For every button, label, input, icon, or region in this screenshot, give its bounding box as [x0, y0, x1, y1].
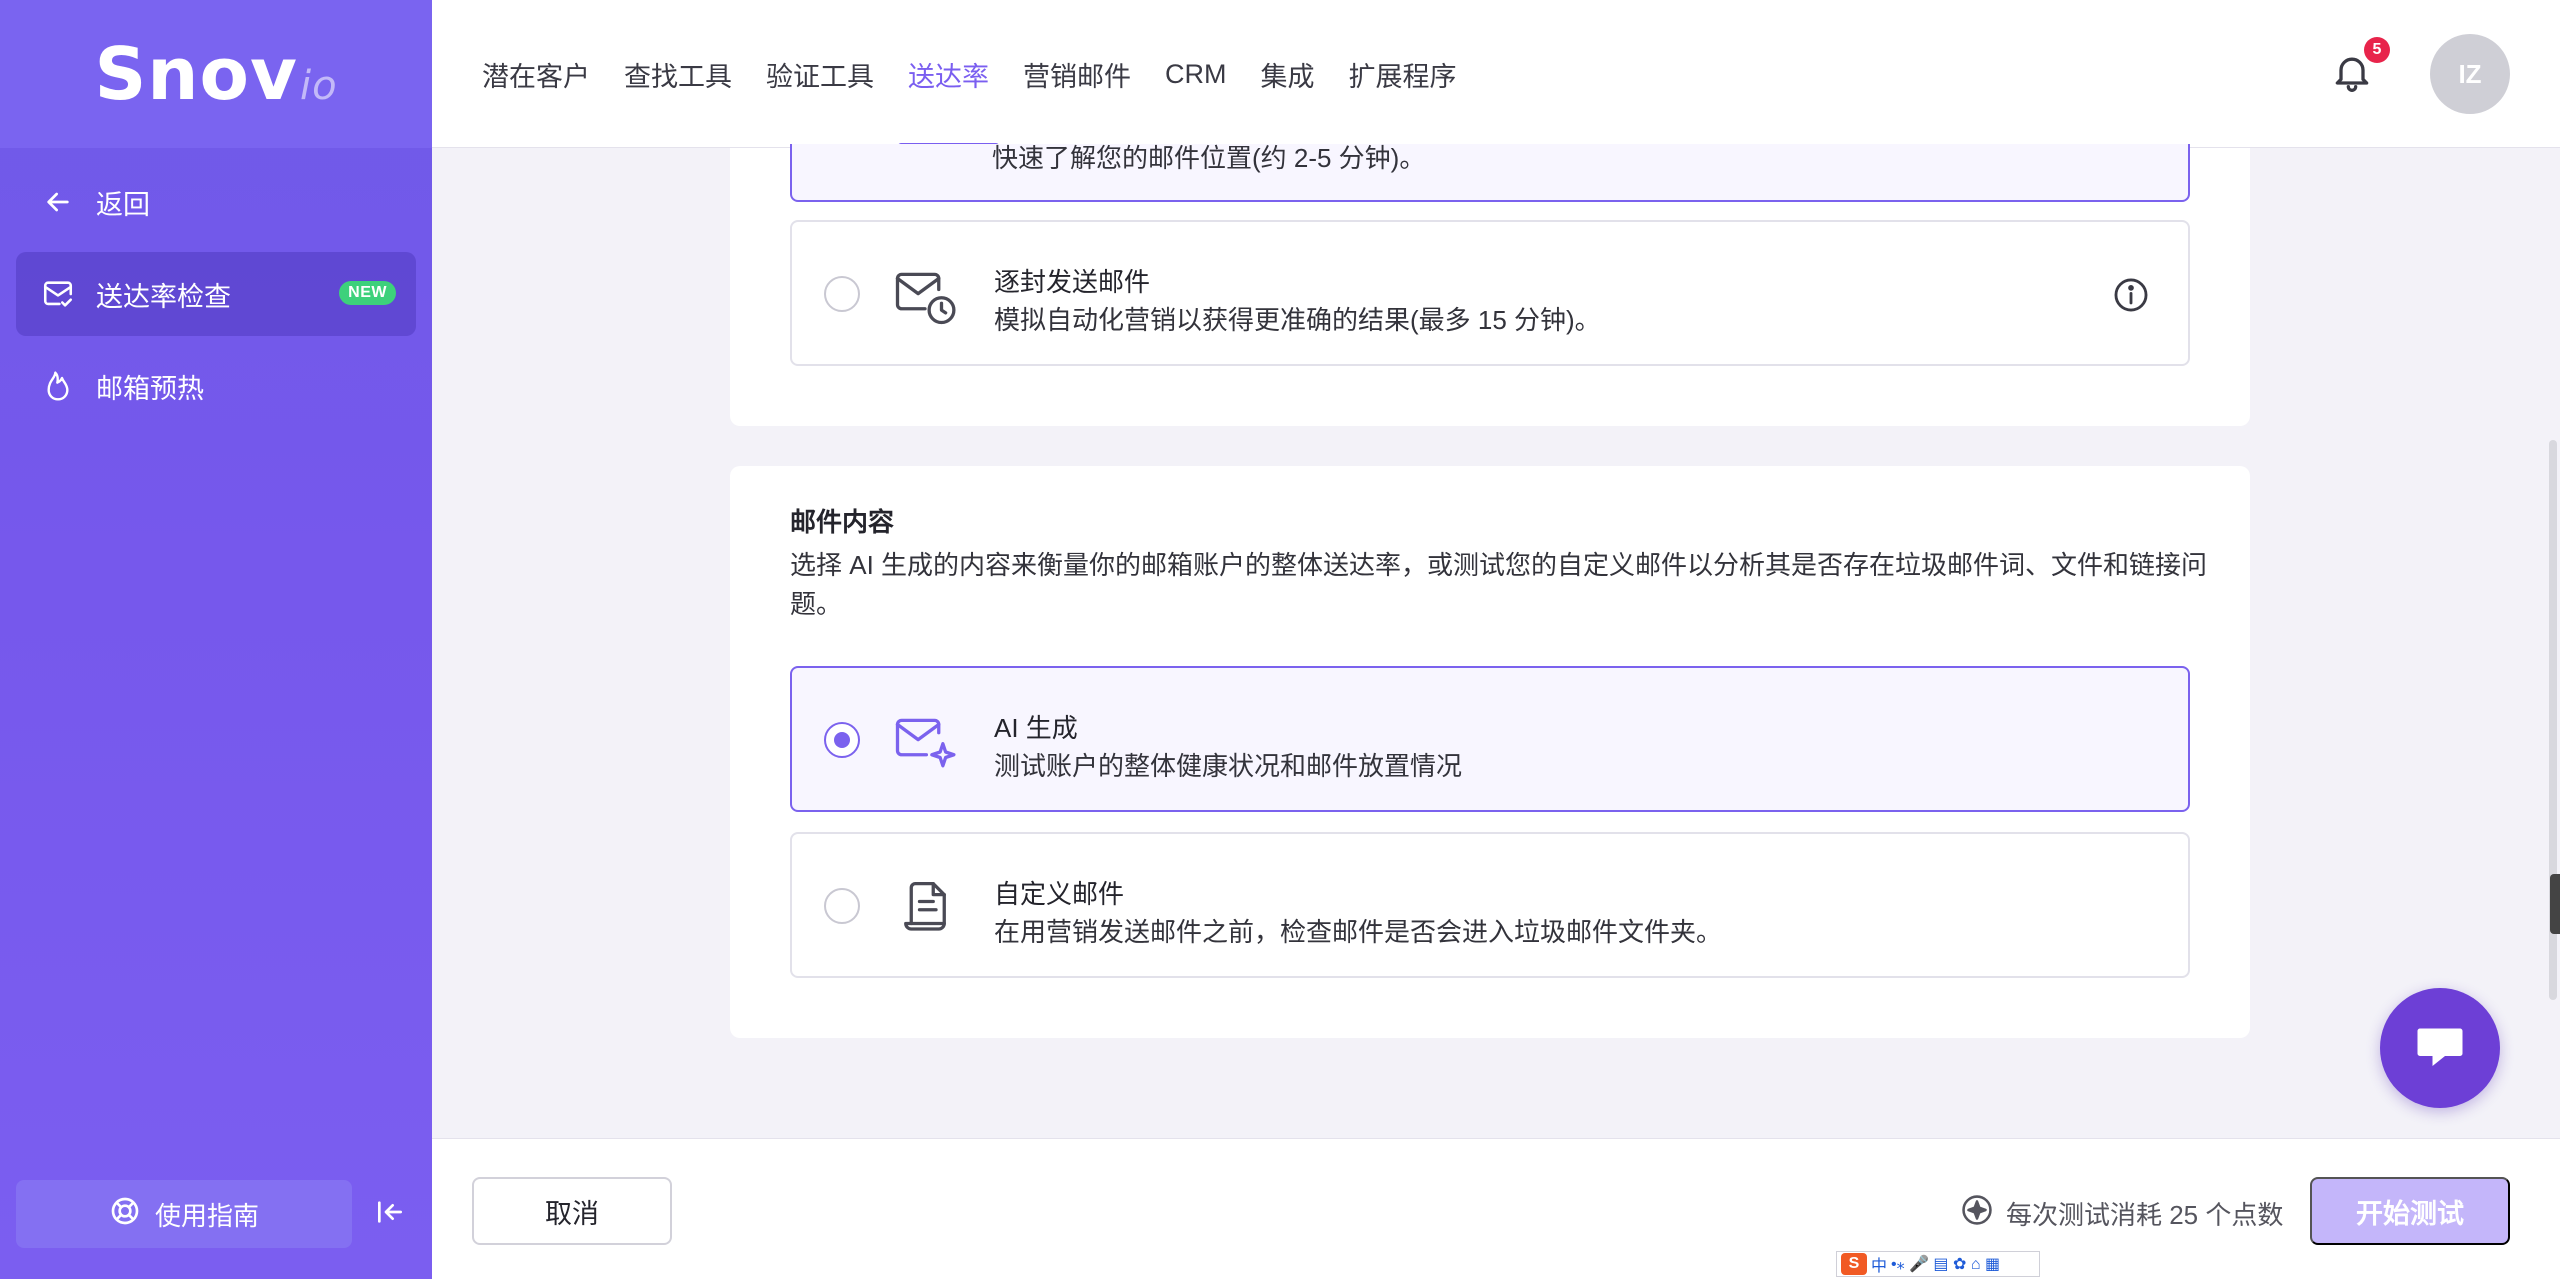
arrow-left-icon: [40, 184, 76, 220]
start-test-button[interactable]: 开始测试: [2310, 1177, 2510, 1245]
logo-bar: Snovio: [0, 0, 432, 148]
option-desc: 快速了解您的邮件位置(约 2-5 分钟)。: [992, 144, 1426, 173]
mail-sparkle-icon: [892, 708, 958, 774]
nav-crm[interactable]: CRM: [1165, 0, 1227, 148]
snovio-logo[interactable]: Snovio: [94, 32, 337, 116]
section-description: 选择 AI 生成的内容来衡量你的邮箱账户的整体送达率，或测试您的自定义邮件以分析…: [790, 550, 2208, 619]
ime-logo: S: [1841, 1253, 1867, 1275]
option-title: AI 生成: [994, 713, 1078, 743]
chat-icon: [2410, 1016, 2470, 1081]
nav-leads[interactable]: 潜在客户: [482, 0, 590, 148]
bell-icon: [2330, 57, 2374, 98]
credit-cost-label: 每次测试消耗 25 个点数: [2006, 1200, 2284, 1230]
guide-label: 使用指南: [154, 1200, 259, 1231]
lifebuoy-icon: [109, 1195, 141, 1234]
sending-option-quick[interactable]: 快速了解您的邮件位置(约 2-5 分钟)。: [790, 144, 2190, 202]
nav-verifiers[interactable]: 验证工具: [766, 0, 874, 148]
sending-method-card: 快速了解您的邮件位置(约 2-5 分钟)。 逐封发送邮件 模拟自动化营销以获得更…: [730, 144, 2250, 426]
sidebar-item-warmup[interactable]: 邮箱预热: [16, 344, 416, 428]
option-title: 自定义邮件: [994, 879, 1125, 909]
document-scroll-icon: [892, 874, 958, 940]
sidebar-item-deliverability-check[interactable]: 送达率检查 NEW: [16, 252, 416, 336]
option-desc: 模拟自动化营销以获得更准确的结果(最多 15 分钟)。: [994, 305, 1601, 335]
nav-campaigns[interactable]: 营销邮件: [1023, 0, 1131, 148]
main-nav: 潜在客户 查找工具 验证工具 送达率 营销邮件 CRM 集成 扩展程序: [482, 0, 1457, 148]
edge-panel-handle[interactable]: [2550, 874, 2560, 934]
sidebar-item-label: 邮箱预热: [96, 373, 204, 404]
radio-custom-email[interactable]: [824, 888, 860, 924]
collapse-sidebar-button[interactable]: [370, 1194, 410, 1234]
email-content-card: 邮件内容 选择 AI 生成的内容来衡量你的邮箱账户的整体送达率，或测试您的自定义…: [730, 466, 2250, 1038]
section-title: 邮件内容: [790, 507, 895, 537]
chat-support-button[interactable]: [2380, 988, 2500, 1108]
option-desc: 在用营销发送邮件之前，检查邮件是否会进入垃圾邮件文件夹。: [994, 917, 1723, 947]
logo-suffix: io: [299, 63, 338, 109]
sending-option-one-by-one[interactable]: 逐封发送邮件 模拟自动化营销以获得更准确的结果(最多 15 分钟)。: [790, 220, 2190, 366]
top-navbar: 潜在客户 查找工具 验证工具 送达率 营销邮件 CRM 集成 扩展程序 5 IZ: [432, 0, 2560, 148]
option-desc: 测试账户的整体健康状况和邮件放置情况: [994, 751, 1463, 781]
cancel-button[interactable]: 取消: [472, 1177, 672, 1245]
nav-extensions[interactable]: 扩展程序: [1349, 0, 1457, 148]
radio-one-by-one[interactable]: [824, 276, 860, 312]
collapse-left-icon: [374, 1196, 406, 1233]
sidebar-item-label: 送达率检查: [96, 281, 231, 312]
info-icon[interactable]: [2112, 276, 2150, 314]
sidebar: Snovio 返回 送达率检查 NEW 邮箱预热 使用指南: [0, 0, 432, 1279]
content-option-ai[interactable]: AI 生成 测试账户的整体健康状况和邮件放置情况: [790, 666, 2190, 812]
logo-text: Snov: [94, 32, 298, 116]
sidebar-back[interactable]: 返回: [16, 160, 416, 244]
ime-tools-icon: •⁎ 🎤 ▤ ✿ ⌂ ▦: [1891, 1256, 2001, 1273]
notification-count-badge: 5: [2364, 37, 2390, 63]
credit-cost: 每次测试消耗 25 个点数: [1960, 1193, 2283, 1234]
new-badge: NEW: [339, 281, 396, 305]
option-title: 逐封发送邮件: [994, 267, 1151, 297]
user-avatar[interactable]: IZ: [2430, 34, 2510, 114]
nav-finders[interactable]: 查找工具: [624, 0, 732, 148]
mail-clock-icon: [892, 262, 958, 328]
nav-deliverability[interactable]: 送达率: [898, 0, 999, 148]
credit-icon: [1960, 1193, 1994, 1234]
sidebar-back-label: 返回: [96, 189, 150, 220]
content-option-custom[interactable]: 自定义邮件 在用营销发送邮件之前，检查邮件是否会进入垃圾邮件文件夹。: [790, 832, 2190, 978]
flame-icon: [40, 368, 76, 404]
ime-mode-label: 中: [1871, 1258, 1888, 1275]
nav-integrations[interactable]: 集成: [1261, 0, 1315, 148]
mail-check-icon: [40, 276, 76, 312]
guide-button[interactable]: 使用指南: [16, 1180, 352, 1248]
action-footer: 取消 每次测试消耗 25 个点数 开始测试: [432, 1138, 2560, 1279]
radio-ai-generated[interactable]: [824, 722, 860, 758]
ime-toolbar[interactable]: S 中 •⁎ 🎤 ▤ ✿ ⌂ ▦: [1836, 1251, 2040, 1277]
